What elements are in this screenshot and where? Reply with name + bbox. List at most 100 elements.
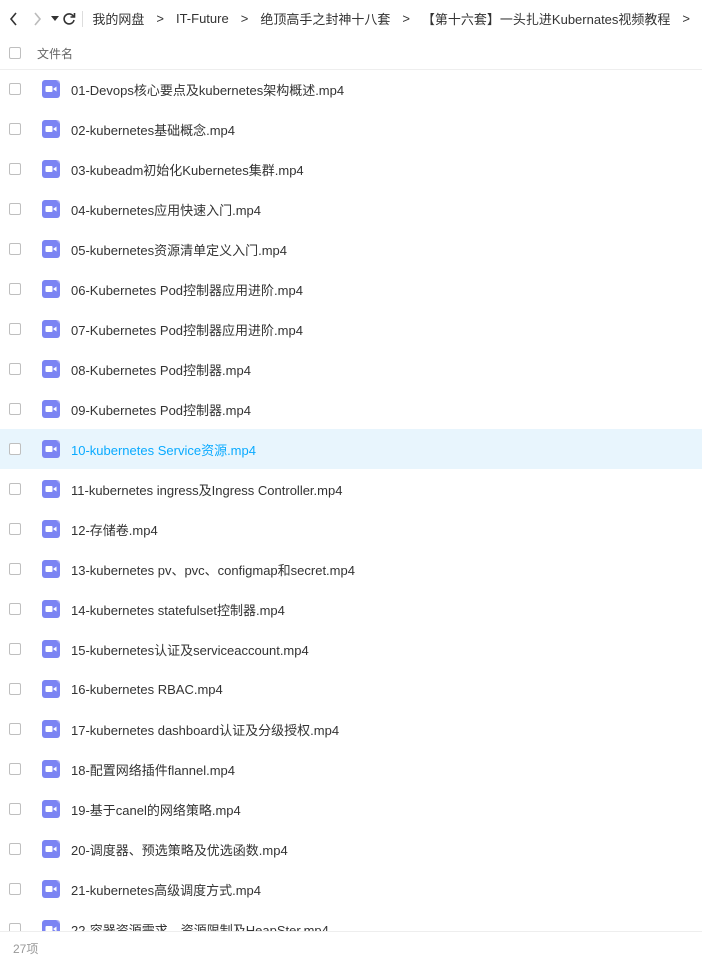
video-file-icon [42,600,60,618]
file-checkbox[interactable] [9,603,21,615]
file-row[interactable]: 14-kubernetes statefulset控制器.mp4 [0,589,702,629]
select-all-checkbox[interactable] [9,47,21,59]
file-checkbox[interactable] [9,643,21,655]
file-checkbox[interactable] [9,723,21,735]
breadcrumb-item[interactable]: 【第十六套】一头扎进Kubernates视频教程 [422,9,671,28]
file-row[interactable]: 16-kubernetes RBAC.mp4 [0,669,702,709]
video-file-icon [42,760,60,778]
file-row[interactable]: 20-调度器、预选策略及优选函数.mp4 [0,829,702,869]
file-checkbox[interactable] [9,923,21,931]
video-file-icon [42,400,60,418]
file-name[interactable]: 21-kubernetes高级调度方式.mp4 [71,880,261,899]
file-row[interactable]: 07-Kubernetes Pod控制器应用进阶.mp4 [0,309,702,349]
video-file-icon [42,360,60,378]
file-row[interactable]: 01-Devops核心要点及kubernetes架构概述.mp4 [0,69,702,109]
file-name[interactable]: 06-Kubernetes Pod控制器应用进阶.mp4 [71,280,303,299]
file-list-header: 文件名 [0,37,702,70]
file-row[interactable]: 22-容器资源需求、资源限制及HeapSter.mp4 [0,909,702,931]
video-file-icon [42,200,60,218]
video-file-icon [42,720,60,738]
file-row[interactable]: 15-kubernetes认证及serviceaccount.mp4 [0,629,702,669]
video-file-icon [42,680,60,698]
file-name[interactable]: 04-kubernetes应用快速入门.mp4 [71,200,261,219]
video-file-icon [42,560,60,578]
file-name[interactable]: 18-配置网络插件flannel.mp4 [71,760,235,779]
file-checkbox[interactable] [9,323,21,335]
file-row[interactable]: 12-存储卷.mp4 [0,509,702,549]
file-checkbox[interactable] [9,683,21,695]
file-checkbox[interactable] [9,283,21,295]
file-name[interactable]: 20-调度器、预选策略及优选函数.mp4 [71,840,288,859]
video-file-icon [42,520,60,538]
file-checkbox[interactable] [9,483,21,495]
breadcrumb-separator: > [402,11,410,26]
navigation-bar: 我的网盘 > IT-Future > 绝顶高手之封神十八套 > 【第十六套】一头… [0,0,702,37]
refresh-button[interactable] [61,4,78,34]
file-row[interactable]: 19-基于canel的网络策略.mp4 [0,789,702,829]
file-name[interactable]: 10-kubernetes Service资源.mp4 [71,440,256,459]
video-file-icon [42,640,60,658]
file-name[interactable]: 11-kubernetes ingress及Ingress Controller… [71,480,342,499]
file-name[interactable]: 07-Kubernetes Pod控制器应用进阶.mp4 [71,320,303,339]
file-checkbox[interactable] [9,563,21,575]
forward-button[interactable] [25,4,48,34]
file-row[interactable]: 06-Kubernetes Pod控制器应用进阶.mp4 [0,269,702,309]
file-checkbox[interactable] [9,243,21,255]
file-name[interactable]: 17-kubernetes dashboard认证及分级授权.mp4 [71,720,339,739]
file-row[interactable]: 09-Kubernetes Pod控制器.mp4 [0,389,702,429]
file-name[interactable]: 22-容器资源需求、资源限制及HeapSter.mp4 [71,920,329,932]
video-file-icon [42,280,60,298]
file-name[interactable]: 03-kubeadm初始化Kubernetes集群.mp4 [71,160,304,179]
file-name[interactable]: 05-kubernetes资源清单定义入门.mp4 [71,240,287,259]
breadcrumb: 我的网盘 > IT-Future > 绝顶高手之封神十八套 > 【第十六套】一头… [92,9,702,28]
file-row[interactable]: 13-kubernetes pv、pvc、configmap和secret.mp… [0,549,702,589]
video-file-icon [42,880,60,898]
file-row[interactable]: 11-kubernetes ingress及Ingress Controller… [0,469,702,509]
file-name[interactable]: 01-Devops核心要点及kubernetes架构概述.mp4 [71,80,344,99]
file-checkbox[interactable] [9,523,21,535]
file-checkbox[interactable] [9,123,21,135]
file-name[interactable]: 19-基于canel的网络策略.mp4 [71,800,241,819]
file-name[interactable]: 14-kubernetes statefulset控制器.mp4 [71,600,285,619]
history-dropdown-button[interactable] [50,4,61,34]
file-checkbox[interactable] [9,163,21,175]
file-checkbox[interactable] [9,443,21,455]
file-name[interactable]: 12-存储卷.mp4 [71,520,158,539]
video-file-icon [42,120,60,138]
file-row[interactable]: 21-kubernetes高级调度方式.mp4 [0,869,702,909]
file-name[interactable]: 16-kubernetes RBAC.mp4 [71,682,223,697]
video-file-icon [42,920,60,931]
file-row[interactable]: 10-kubernetes Service资源.mp4 [0,429,702,469]
video-file-icon [42,800,60,818]
file-checkbox[interactable] [9,763,21,775]
file-row[interactable]: 05-kubernetes资源清单定义入门.mp4 [0,229,702,269]
file-name[interactable]: 15-kubernetes认证及serviceaccount.mp4 [71,640,309,659]
column-header-filename[interactable]: 文件名 [37,45,73,62]
breadcrumb-separator: > [682,11,691,26]
file-checkbox[interactable] [9,363,21,375]
file-name[interactable]: 09-Kubernetes Pod控制器.mp4 [71,400,251,419]
file-row[interactable]: 08-Kubernetes Pod控制器.mp4 [0,349,702,389]
breadcrumb-item[interactable]: 绝顶高手之封神十八套 [260,9,390,28]
file-row[interactable]: 17-kubernetes dashboard认证及分级授权.mp4 [0,709,702,749]
video-file-icon [42,440,60,458]
file-row[interactable]: 02-kubernetes基础概念.mp4 [0,109,702,149]
file-checkbox[interactable] [9,83,21,95]
file-checkbox[interactable] [9,403,21,415]
file-name[interactable]: 13-kubernetes pv、pvc、configmap和secret.mp… [71,560,355,579]
file-name[interactable]: 02-kubernetes基础概念.mp4 [71,120,235,139]
file-row[interactable]: 03-kubeadm初始化Kubernetes集群.mp4 [0,149,702,189]
back-button[interactable] [2,4,25,34]
video-file-icon [42,320,60,338]
file-checkbox[interactable] [9,883,21,895]
breadcrumb-item[interactable]: IT-Future [176,11,229,26]
breadcrumb-item[interactable]: 我的网盘 [92,9,144,28]
file-row[interactable]: 04-kubernetes应用快速入门.mp4 [0,189,702,229]
file-row[interactable]: 18-配置网络插件flannel.mp4 [0,749,702,789]
file-name[interactable]: 08-Kubernetes Pod控制器.mp4 [71,360,251,379]
file-checkbox[interactable] [9,803,21,815]
file-list[interactable]: 01-Devops核心要点及kubernetes架构概述.mp4 02-kuber… [0,69,702,931]
file-checkbox[interactable] [9,843,21,855]
video-file-icon [42,80,60,98]
file-checkbox[interactable] [9,203,21,215]
